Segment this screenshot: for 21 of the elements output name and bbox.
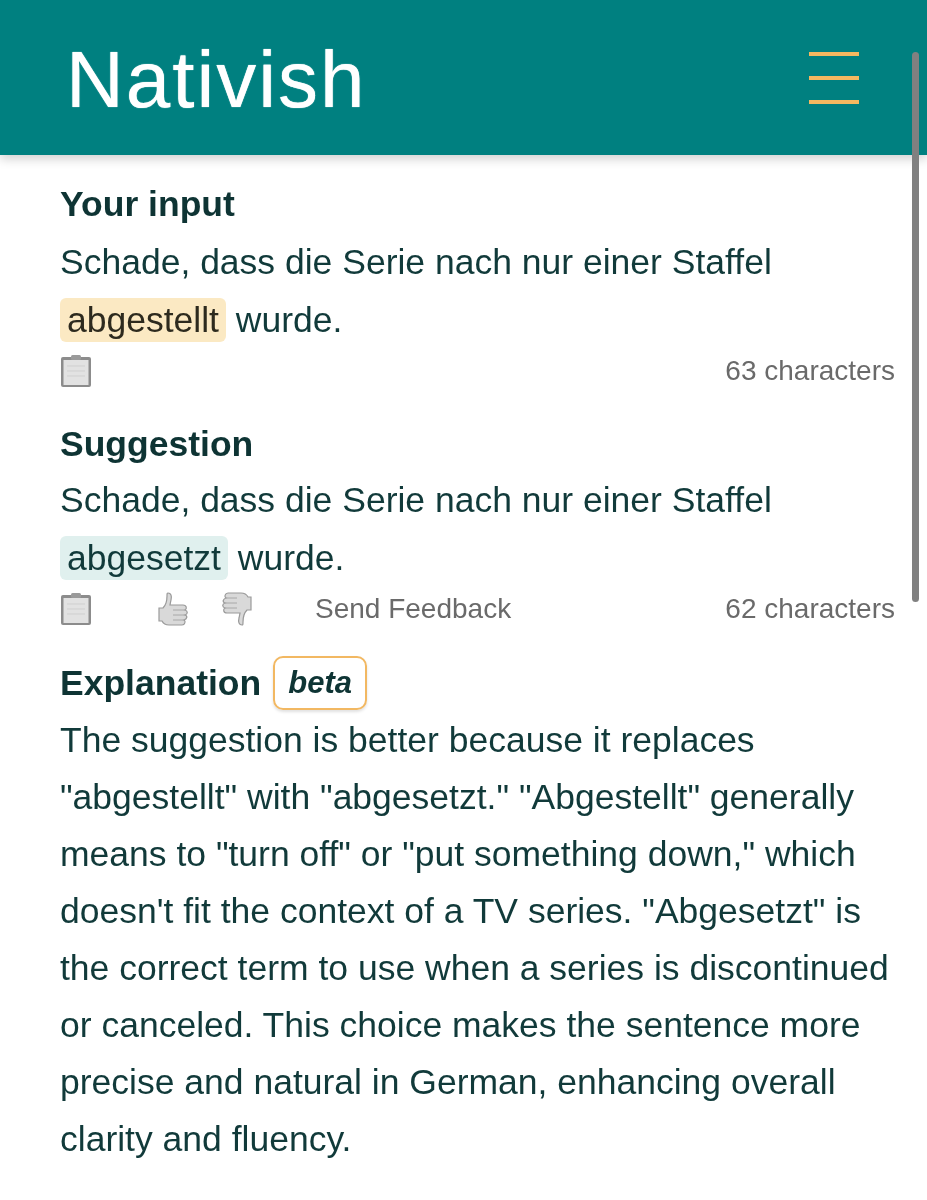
sentence-text: Schade, dass die Serie nach nur einer Staffel <box>60 242 772 282</box>
thumbs-down-icon[interactable] <box>220 592 254 626</box>
character-count: 62 characters <box>725 592 895 626</box>
logo[interactable]: Nativish <box>66 39 367 120</box>
highlighted-word: abgesetzt <box>60 536 228 580</box>
sentence-text: wurde. <box>237 538 345 578</box>
explanation-text: The suggestion is better because it replaces "abgestellt" with "abgesetzt." "Abgestellt" generally means to "turn off" or "put something down," which doesn't fit the context of a TV series. "Abgesetzt" is the correct term to use when a series is discontinued or canceled. This choice makes the sentence more precise and natural in German, enhancing overall clarity and fluency. <box>60 719 890 1161</box>
section-title: Your input <box>60 184 236 224</box>
menu-icon[interactable] <box>809 51 859 104</box>
highlighted-word: abgestellt <box>60 298 226 342</box>
clipboard-icon[interactable] <box>60 354 92 388</box>
section-title: Explanation <box>60 663 262 703</box>
character-count: 63 characters <box>725 354 895 388</box>
clipboard-icon[interactable] <box>60 592 92 626</box>
section-title: Suggestion <box>60 424 255 464</box>
sentence-text: wurde. <box>235 300 343 340</box>
beta-badge: beta <box>273 656 367 710</box>
send-feedback-link[interactable]: Send Feedback <box>315 592 512 626</box>
thumbs-up-icon[interactable] <box>156 592 190 626</box>
scrollbar-thumb[interactable] <box>912 52 919 602</box>
sentence-text: Schade, dass die Serie nach nur einer Staffel <box>60 480 772 520</box>
